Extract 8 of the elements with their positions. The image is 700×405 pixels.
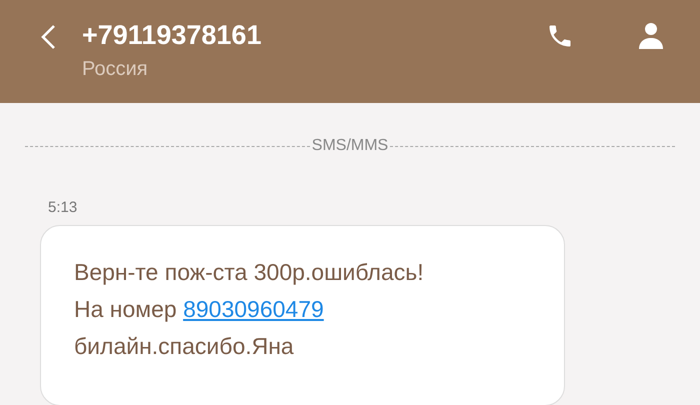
back-button[interactable] (40, 24, 56, 50)
divider-label: SMS/MMS (310, 137, 390, 155)
message-time: 5:13 (48, 199, 78, 216)
contact-number: +79119378161 (82, 19, 262, 52)
contact-country: Россия (82, 58, 149, 81)
phone-link[interactable]: 89030960479 (183, 296, 324, 322)
contact-icon[interactable] (638, 22, 664, 50)
message-text: Верн-те пож-ста 300р.ошиблась! На номер 89030960479 билайн.спасибо.Яна (74, 258, 425, 361)
